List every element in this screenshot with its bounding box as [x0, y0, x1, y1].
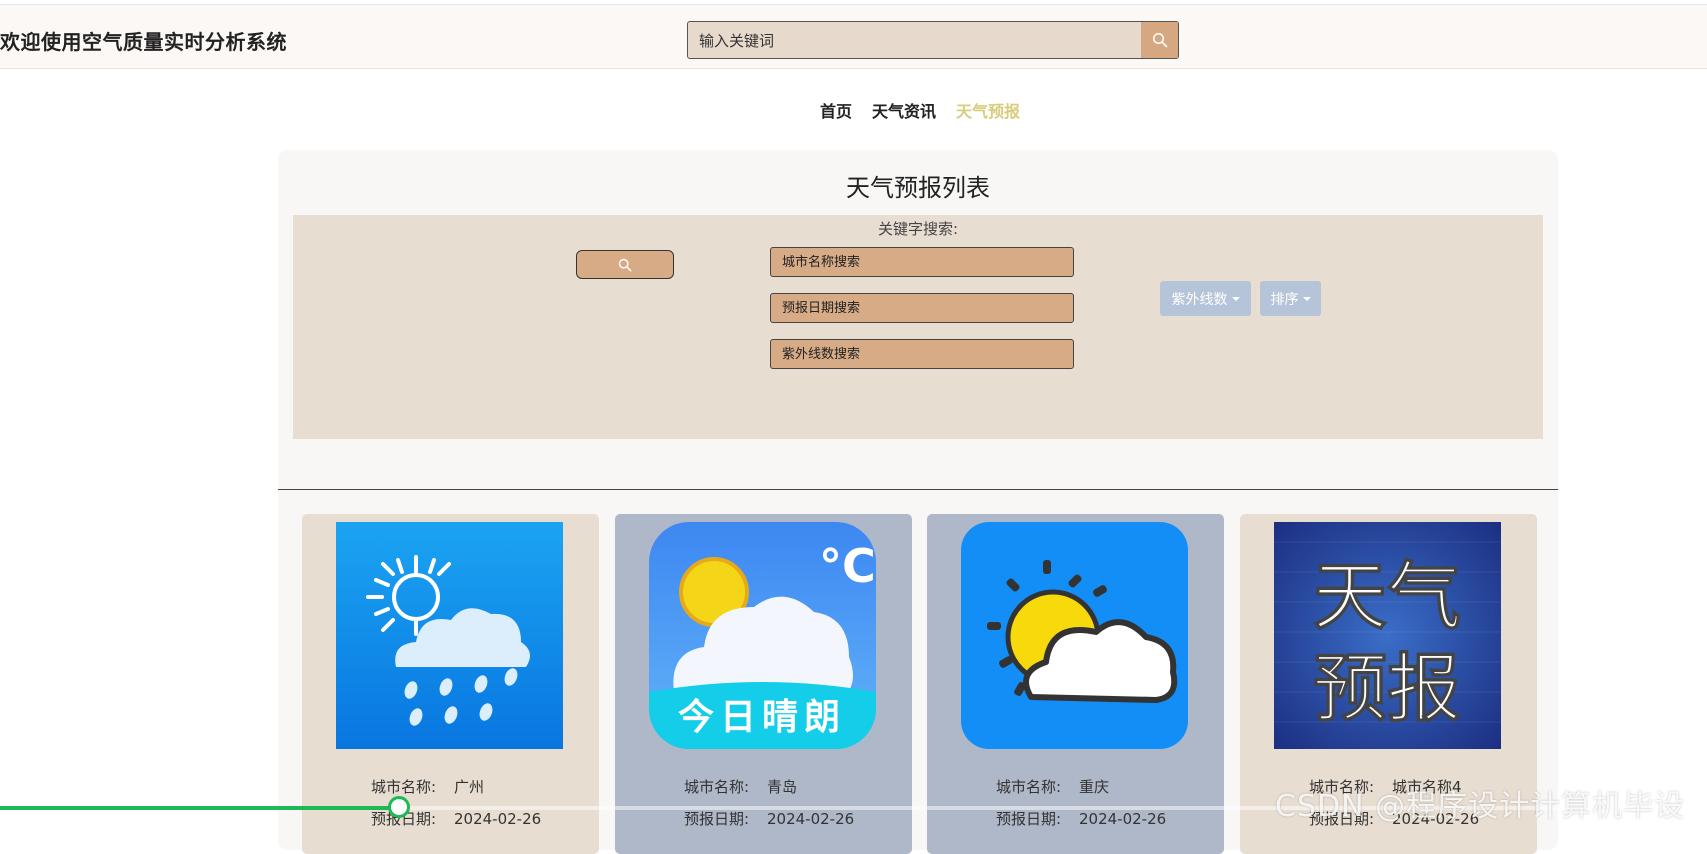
card-date-row: 预报日期: 2024-02-26 — [996, 808, 1166, 829]
caret-down-icon — [1302, 296, 1311, 301]
site-title: 欢迎使用空气质量实时分析系统 — [0, 30, 287, 54]
search-icon — [618, 258, 632, 271]
main-nav: 首页 天气资讯 天气预报 — [820, 98, 1020, 122]
date-value: 2024-02-26 — [767, 810, 855, 828]
nav-weather-news[interactable]: 天气资讯 — [872, 98, 936, 122]
date-label: 预报日期: — [371, 810, 437, 828]
header-search-button[interactable] — [1141, 22, 1178, 58]
keyword-search-label: 关键字搜索: — [877, 220, 959, 238]
date-value: 2024-02-26 — [1079, 810, 1167, 828]
forecast-date-search-input[interactable] — [770, 293, 1074, 323]
card-city-row: 城市名称: 广州 — [371, 776, 484, 797]
city-label: 城市名称: — [996, 778, 1062, 796]
city-value: 广州 — [454, 778, 485, 796]
forecast-panel: 天气预报列表 关键字搜索: 紫外线数 排序 — [278, 150, 1558, 854]
weather-forecast-logo-line1: 天气 — [1313, 554, 1461, 640]
uv-index-dropdown-label: 紫外线数 — [1171, 291, 1228, 308]
search-icon — [1152, 32, 1167, 48]
uv-index-search-input[interactable] — [770, 339, 1074, 369]
card-city-row: 城市名称: 重庆 — [996, 776, 1109, 797]
filter-search-button[interactable] — [576, 250, 674, 279]
rain-cloud-icon — [336, 522, 563, 749]
watermark: CSDN @程序设计计算机毕设 — [1275, 789, 1686, 824]
city-value: 重庆 — [1079, 778, 1110, 796]
date-label: 预报日期: — [996, 810, 1062, 828]
filter-area: 关键字搜索: 紫外线数 排序 — [293, 215, 1543, 439]
date-value: 2024-02-26 — [454, 810, 542, 828]
city-label: 城市名称: — [371, 778, 437, 796]
header: 欢迎使用空气质量实时分析系统 — [0, 5, 1707, 69]
header-search — [687, 21, 1179, 60]
page-title: 天气预报列表 — [846, 174, 990, 202]
weather-forecast-logo: 天气 预报 — [1274, 522, 1501, 749]
city-label: 城市名称: — [684, 778, 750, 796]
sort-dropdown-label: 排序 — [1270, 291, 1299, 308]
nav-weather-forecast[interactable]: 天气预报 — [956, 98, 1020, 122]
sunny-today-icon-text: 今日晴朗 — [678, 697, 846, 738]
city-name-search-input[interactable] — [770, 247, 1074, 277]
forecast-card[interactable]: 城市名称: 重庆 预报日期: 2024-02-26 — [927, 514, 1224, 854]
sun-cloud-icon — [961, 522, 1188, 749]
city-value: 青岛 — [767, 778, 798, 796]
weather-forecast-logo-line2: 预报 — [1313, 646, 1461, 732]
card-city-row: 城市名称: 青岛 — [684, 776, 797, 797]
forecast-card[interactable]: 城市名称: 广州 预报日期: 2024-02-26 — [302, 514, 599, 854]
divider — [278, 489, 1558, 490]
caret-down-icon — [1231, 296, 1240, 301]
card-date-row: 预报日期: 2024-02-26 — [684, 808, 854, 829]
header-search-input[interactable] — [688, 22, 1151, 60]
sunny-today-icon: 今日晴朗 °C — [649, 522, 876, 749]
uv-index-dropdown[interactable]: 紫外线数 — [1160, 281, 1251, 316]
sunny-today-icon-unit: °C — [819, 539, 876, 593]
sort-dropdown[interactable]: 排序 — [1260, 281, 1321, 316]
video-progress-fill — [0, 806, 400, 810]
forecast-card[interactable]: 今日晴朗 °C 城市名称: 青岛 预报日期: 2024-02-26 — [615, 514, 912, 854]
date-label: 预报日期: — [684, 810, 750, 828]
nav-home[interactable]: 首页 — [820, 98, 852, 122]
